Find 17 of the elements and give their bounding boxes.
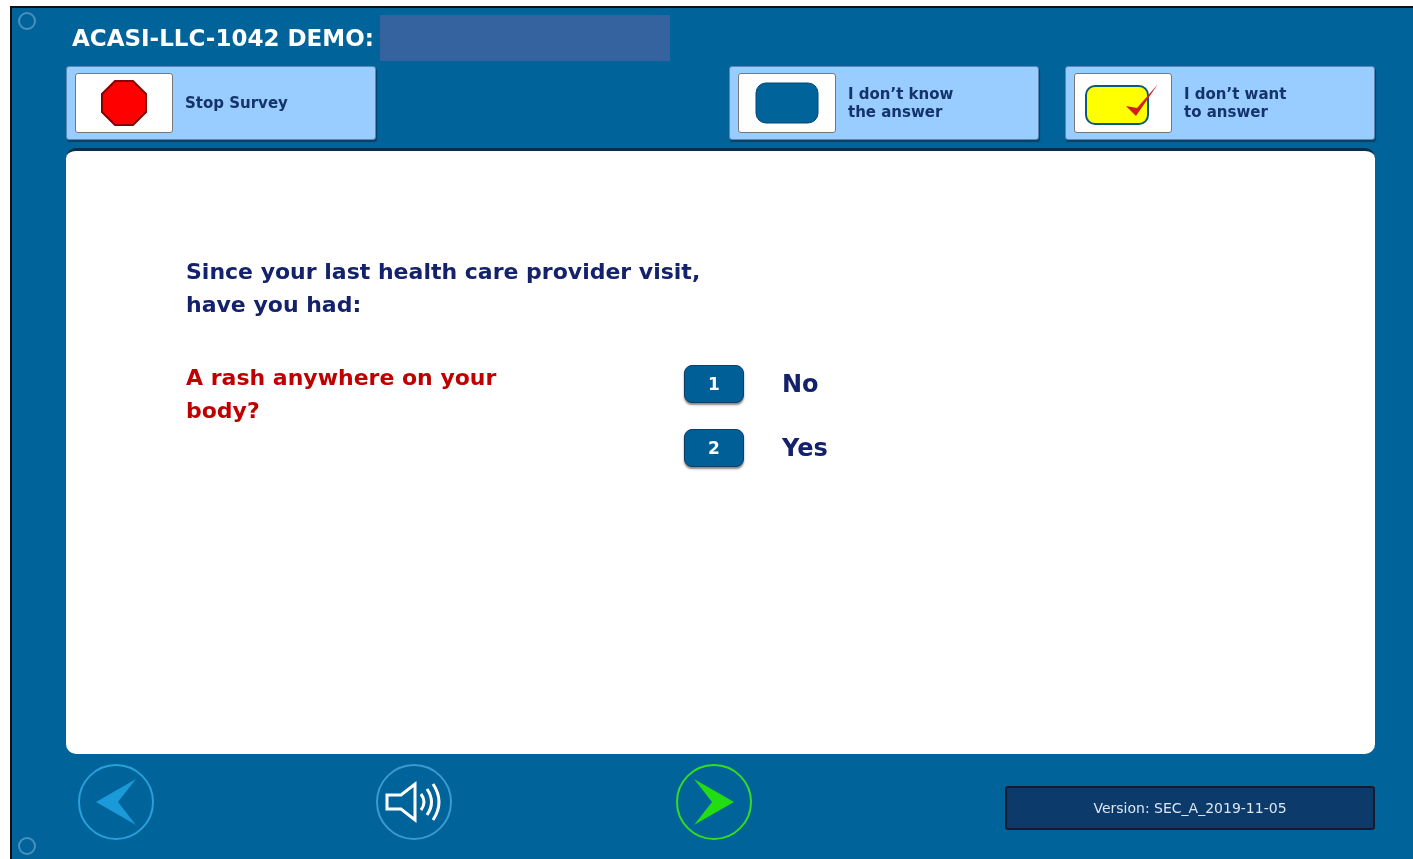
stop-survey-button[interactable]: Stop Survey xyxy=(66,66,376,140)
question-stem: Since your last health care provider visit, have you had: xyxy=(186,258,702,319)
option-label: Yes xyxy=(782,434,828,462)
question-item: A rash anywhere on your body? xyxy=(186,364,498,425)
refuse-button[interactable]: I don’t want to answer xyxy=(1065,66,1375,140)
survey-title: ACASI-LLC-1042 DEMO: xyxy=(71,25,374,51)
screw-icon xyxy=(18,12,36,30)
screw-icon xyxy=(18,837,36,855)
rounded-rectangle-icon xyxy=(755,82,819,124)
option-number-button[interactable]: 2 xyxy=(684,429,744,467)
dont-know-button[interactable]: I don’t know the answer xyxy=(729,66,1039,140)
next-arrow-icon xyxy=(692,777,736,827)
stop-sign-icon xyxy=(100,79,148,127)
back-arrow-icon xyxy=(94,777,138,827)
option-label: No xyxy=(782,370,819,398)
option-number-button[interactable]: 1 xyxy=(684,365,744,403)
version-label: Version: SEC_A_2019-11-05 xyxy=(1005,786,1375,830)
